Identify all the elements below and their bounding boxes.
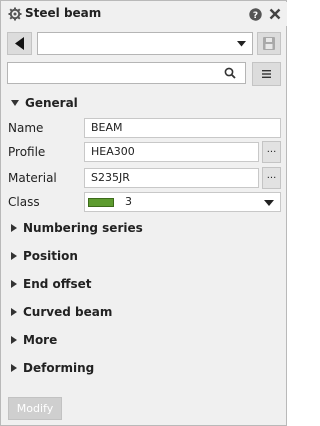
save-icon <box>263 37 275 50</box>
expanded-triangle-icon <box>11 100 19 106</box>
chevron-down-icon <box>237 41 246 47</box>
collapsed-triangle-icon <box>11 224 17 232</box>
section-more[interactable]: More <box>11 332 57 348</box>
menu-icon <box>262 70 271 78</box>
collapsed-triangle-icon <box>11 364 17 372</box>
class-color-swatch <box>88 198 114 207</box>
gear-icon <box>8 7 22 21</box>
section-general[interactable]: General <box>11 95 78 111</box>
section-position[interactable]: Position <box>11 248 78 264</box>
close-icon[interactable] <box>269 8 281 20</box>
section-numbering-series[interactable]: Numbering series <box>11 220 143 236</box>
title-bar: Steel beam ? <box>2 2 287 26</box>
class-dropdown[interactable]: 3 <box>84 192 281 212</box>
profile-field[interactable]: HEA300 <box>84 142 259 162</box>
preset-dropdown[interactable] <box>37 32 253 55</box>
modify-button[interactable]: Modify <box>8 397 62 420</box>
material-browse-button[interactable]: ... <box>262 167 281 189</box>
search-field[interactable] <box>7 62 246 84</box>
collapsed-triangle-icon <box>11 252 17 260</box>
collapsed-triangle-icon <box>11 308 17 316</box>
class-value: 3 <box>125 195 132 208</box>
material-label: Material <box>8 171 57 185</box>
menu-button[interactable] <box>252 62 281 86</box>
collapsed-triangle-icon <box>11 336 17 344</box>
profile-label: Profile <box>8 145 46 159</box>
name-label: Name <box>8 121 44 135</box>
collapsed-triangle-icon <box>11 280 17 288</box>
section-label: More <box>23 333 58 347</box>
section-label: End offset <box>23 277 92 291</box>
class-label: Class <box>8 195 40 209</box>
name-field[interactable]: BEAM <box>84 118 281 138</box>
chevron-down-icon <box>264 200 274 206</box>
section-label: Numbering series <box>23 221 143 235</box>
section-label: Deforming <box>23 361 95 375</box>
back-button[interactable] <box>7 32 32 55</box>
svg-text:?: ? <box>253 11 258 21</box>
section-label: Curved beam <box>23 305 113 319</box>
material-field[interactable]: S235JR <box>84 168 259 188</box>
section-general-label: General <box>25 96 78 110</box>
profile-browse-button[interactable]: ... <box>262 141 281 163</box>
section-end-offset[interactable]: End offset <box>11 276 92 292</box>
steel-beam-properties-panel: Steel beam ? General Name BEAM Profile H… <box>0 0 287 426</box>
back-arrow-icon <box>15 37 24 50</box>
help-icon[interactable]: ? <box>249 8 262 21</box>
section-deforming[interactable]: Deforming <box>11 360 94 376</box>
section-curved-beam[interactable]: Curved beam <box>11 304 112 320</box>
section-label: Position <box>23 249 78 263</box>
panel-title: Steel beam <box>25 6 102 20</box>
save-button[interactable] <box>257 32 281 55</box>
search-input[interactable] <box>8 63 208 83</box>
search-icon[interactable] <box>224 67 236 79</box>
